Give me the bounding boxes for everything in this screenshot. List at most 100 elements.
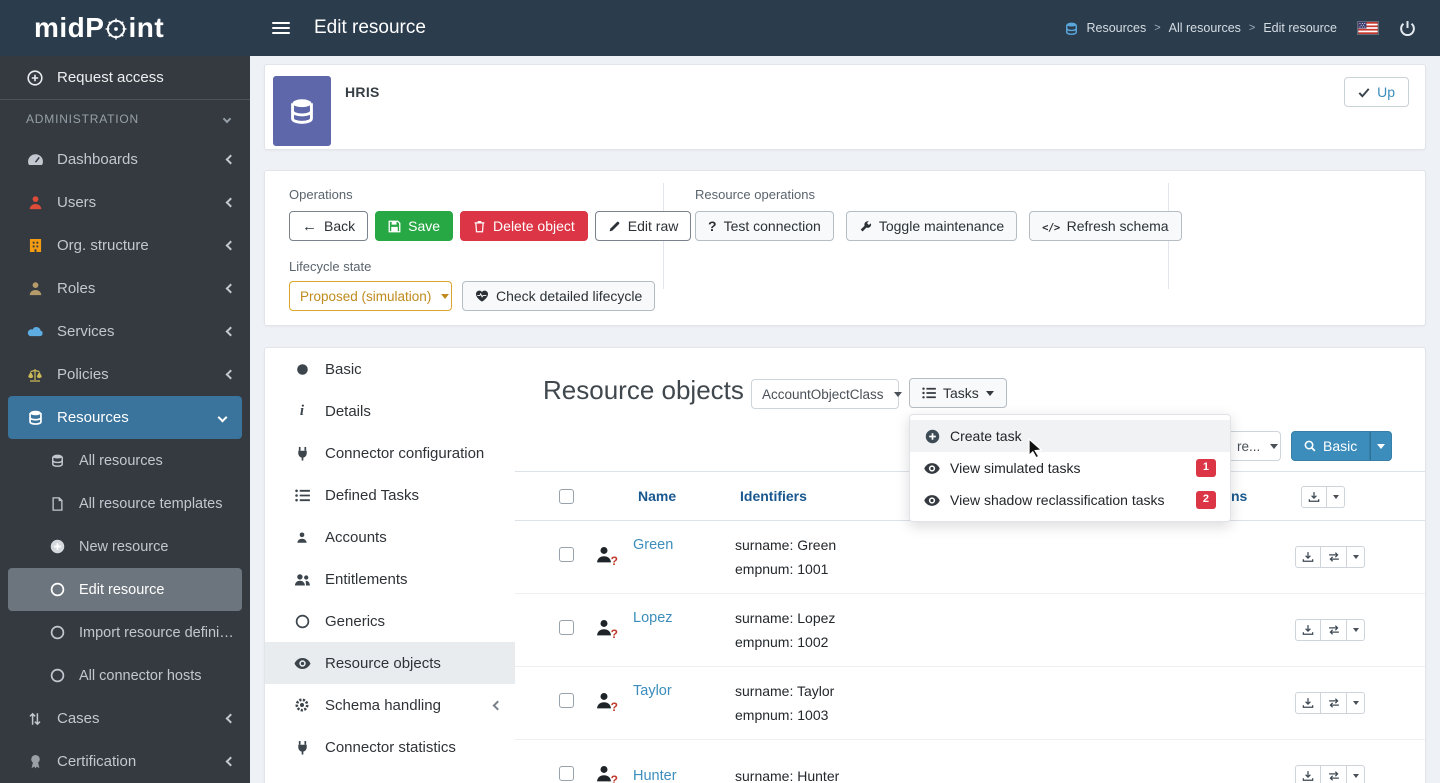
row-menu-caret-button[interactable] [1347,692,1365,714]
certificate-seal-icon [26,754,44,770]
save-button[interactable]: Save [375,211,453,241]
question-icon [708,219,717,233]
menu-item-connector-configuration[interactable]: Connector configuration [265,432,515,474]
resource-objects-title: Resource objects [543,375,744,406]
toggle-maintenance-button[interactable]: Toggle maintenance [846,211,1017,241]
resource-breadcrumb-icon [1065,22,1078,35]
row-checkbox[interactable] [559,547,574,562]
sync-button[interactable] [1321,619,1347,641]
sync-button[interactable] [1321,765,1347,783]
row-menu-caret-button[interactable] [1347,619,1365,641]
resource-status-up-button[interactable]: Up [1344,77,1409,107]
menu-item-view-shadow-reclassification-tasks[interactable]: View shadow reclassification tasks 2 [910,484,1230,516]
menu-item-details[interactable]: Details [265,390,515,432]
sync-button[interactable] [1321,546,1347,568]
pencil-icon [608,220,621,233]
search-basic-button[interactable]: Basic [1291,431,1370,461]
sidebar-item-edit-resource[interactable]: Edit resource [8,568,242,611]
download-button[interactable] [1295,692,1321,714]
sidebar-item-all-connector-hosts[interactable]: All connector hosts [0,654,250,697]
language-flag-us[interactable] [1357,21,1379,35]
check-detailed-lifecycle-button[interactable]: Check detailed lifecycle [462,281,655,311]
menu-item-defined-tasks[interactable]: Defined Tasks [265,474,515,516]
row-checkbox[interactable] [559,693,574,708]
sidebar-item-resources[interactable]: Resources [8,396,242,439]
row-name-link[interactable]: Taylor [633,683,672,699]
row-name-link[interactable]: Hunter [633,768,677,783]
sidebar-item-request-access[interactable]: Request access [0,56,250,100]
identifier-line: surname: Green [735,533,1135,557]
object-class-select[interactable]: AccountObjectClass [751,379,899,409]
tasks-dropdown-button[interactable]: Tasks [909,378,1007,408]
sidebar-item-new-resource[interactable]: New resource [0,525,250,568]
refresh-schema-button[interactable]: Refresh schema [1029,211,1181,241]
sidebar-item-dashboards[interactable]: Dashboards [0,138,250,181]
chevron-left-icon [226,370,236,380]
sidebar-item-roles[interactable]: Roles [0,267,250,310]
sync-button[interactable] [1321,692,1347,714]
unknown-situation-mark [611,627,618,641]
menu-item-create-task[interactable]: Create task [910,420,1230,452]
caret-down-icon [1353,628,1359,632]
download-icon [1302,624,1314,636]
plug-icon [293,739,311,755]
row-name-link[interactable]: Green [633,537,673,553]
logout-power-icon[interactable] [1399,20,1416,37]
menu-item-accounts[interactable]: Accounts [265,516,515,558]
menu-item-basic[interactable]: Basic [265,348,515,390]
row-checkbox[interactable] [559,620,574,635]
circle-outline-icon [293,613,311,629]
exchange-arrows-icon [1328,551,1340,563]
sidebar-item-policies[interactable]: Policies [0,353,250,396]
sidebar-item-all-resource-templates[interactable]: All resource templates [0,482,250,525]
download-icon [1308,491,1320,503]
search-mode-caret-button[interactable] [1370,431,1392,461]
sidebar-toggle-icon[interactable] [272,22,290,34]
brand-logo[interactable]: midP int [0,12,250,44]
person-icon [293,529,311,545]
export-caret-button[interactable] [1327,486,1345,508]
sidebar-section-administration[interactable]: ADMINISTRATION [0,100,250,138]
export-button[interactable] [1301,486,1327,508]
row-menu-caret-button[interactable] [1347,546,1365,568]
delete-object-button[interactable]: Delete object [460,211,588,241]
breadcrumb-resources[interactable]: Resources [1086,21,1146,35]
sidebar-item-cases[interactable]: Cases [0,697,250,740]
select-all-checkbox[interactable] [559,489,574,504]
row-name-link[interactable]: Lopez [633,610,673,626]
sidebar-item-users[interactable]: Users [0,181,250,224]
menu-item-generics[interactable]: Generics [265,600,515,642]
code-icon [1042,219,1059,234]
plus-circle-icon [26,70,44,86]
caret-down-icon [986,391,994,396]
info-icon [293,403,311,419]
sidebar-item-import-resource-definition[interactable]: Import resource definit... [0,611,250,654]
search-scope-select[interactable]: re... [1226,431,1281,461]
menu-item-connector-statistics[interactable]: Connector statistics [265,726,515,768]
menu-item-view-simulated-tasks[interactable]: View simulated tasks 1 [910,452,1230,484]
edit-raw-button[interactable]: Edit raw [595,211,692,241]
breadcrumb-edit-resource[interactable]: Edit resource [1263,21,1337,35]
breadcrumb-all-resources[interactable]: All resources [1169,21,1241,35]
account-shadow-icon [595,616,613,639]
menu-item-resource-objects[interactable]: Resource objects [265,642,515,684]
sidebar-item-certification[interactable]: Certification [0,740,250,783]
lifecycle-state-select[interactable]: Proposed (simulation) [289,281,452,311]
download-button[interactable] [1295,765,1321,783]
column-header-name[interactable]: Name [638,488,676,504]
column-header-identifiers[interactable]: Identifiers [740,488,807,504]
sidebar-item-services[interactable]: Services [0,310,250,353]
row-menu-caret-button[interactable] [1347,765,1365,783]
sidebar-item-org-structure[interactable]: Org. structure [0,224,250,267]
menu-item-schema-handling[interactable]: Schema handling [265,684,515,726]
chevron-down-icon [218,413,228,423]
download-button[interactable] [1295,619,1321,641]
identifier-line: empnum: 1002 [735,630,1135,654]
menu-item-entitlements[interactable]: Entitlements [265,558,515,600]
row-checkbox[interactable] [559,766,574,781]
sidebar-item-all-resources[interactable]: All resources [0,439,250,482]
back-button[interactable]: Back [289,211,368,241]
download-button[interactable] [1295,546,1321,568]
account-shadow-icon [595,543,613,566]
test-connection-button[interactable]: Test connection [695,211,834,241]
